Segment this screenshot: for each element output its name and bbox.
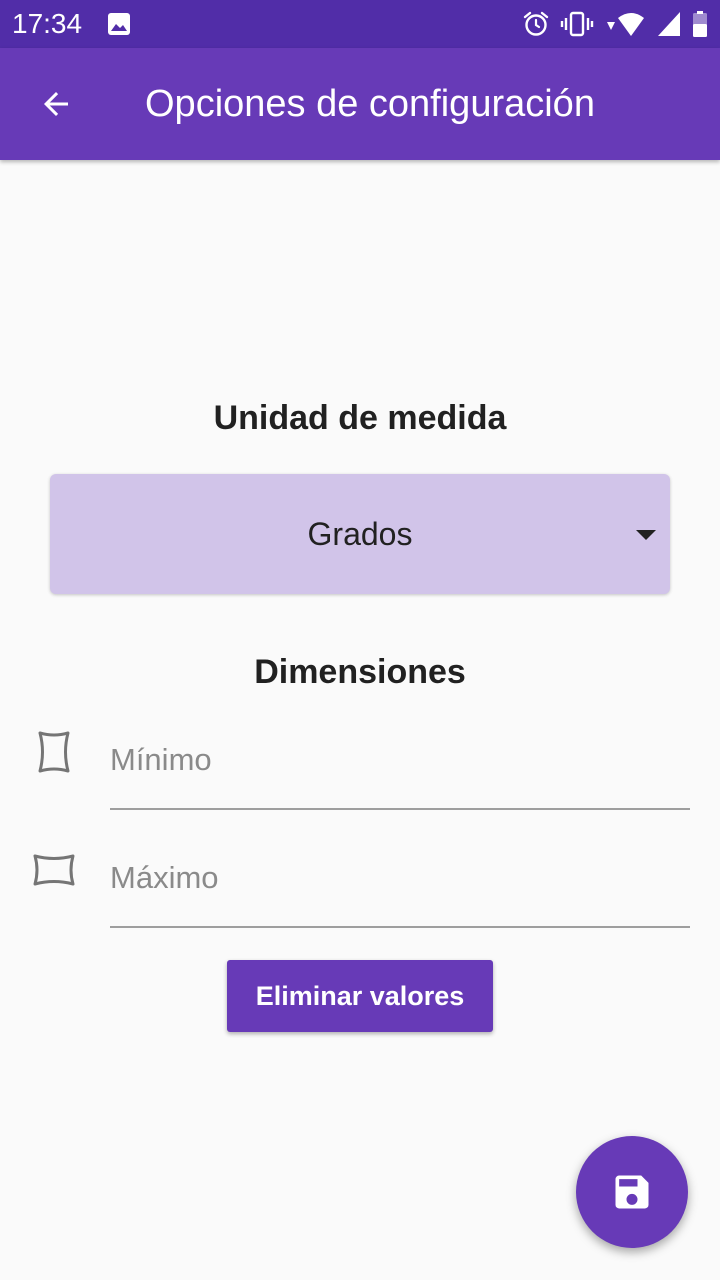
- unit-section-title: Unidad de medida: [213, 399, 507, 437]
- max-input[interactable]: [110, 856, 690, 900]
- save-icon: [615, 1175, 649, 1209]
- signal-icon: [658, 12, 680, 36]
- narrow-shape-icon: [38, 731, 70, 773]
- clear-values-button[interactable]: Eliminar valores: [227, 960, 493, 1032]
- status-time: 17:34: [12, 8, 83, 39]
- status-bar: 17:34: [0, 0, 720, 48]
- page-title: Opciones de configuración: [145, 83, 595, 125]
- app-bar: Opciones de configuración: [0, 48, 720, 160]
- min-input[interactable]: [110, 738, 690, 782]
- unit-spinner[interactable]: Grados: [50, 474, 670, 594]
- alarm-icon: [523, 11, 549, 36]
- battery-icon: [693, 11, 707, 37]
- spinner-selected-value: Grados: [307, 516, 413, 552]
- wifi-icon: [607, 13, 644, 36]
- max-field[interactable]: [110, 846, 690, 928]
- screen: 17:34 Opciones de configuración Unidad d…: [0, 0, 720, 1280]
- image-icon: [108, 13, 130, 35]
- status-icons: [522, 10, 708, 38]
- vibrate-icon: [560, 11, 594, 37]
- arrow-back-icon: [44, 92, 68, 116]
- dropdown-arrow-icon: [636, 530, 656, 540]
- min-field[interactable]: [110, 728, 690, 810]
- back-button[interactable]: [20, 68, 92, 140]
- save-fab-button[interactable]: [576, 1136, 688, 1248]
- dimensions-section-title: Dimensiones: [254, 653, 466, 691]
- wide-shape-icon: [33, 854, 75, 886]
